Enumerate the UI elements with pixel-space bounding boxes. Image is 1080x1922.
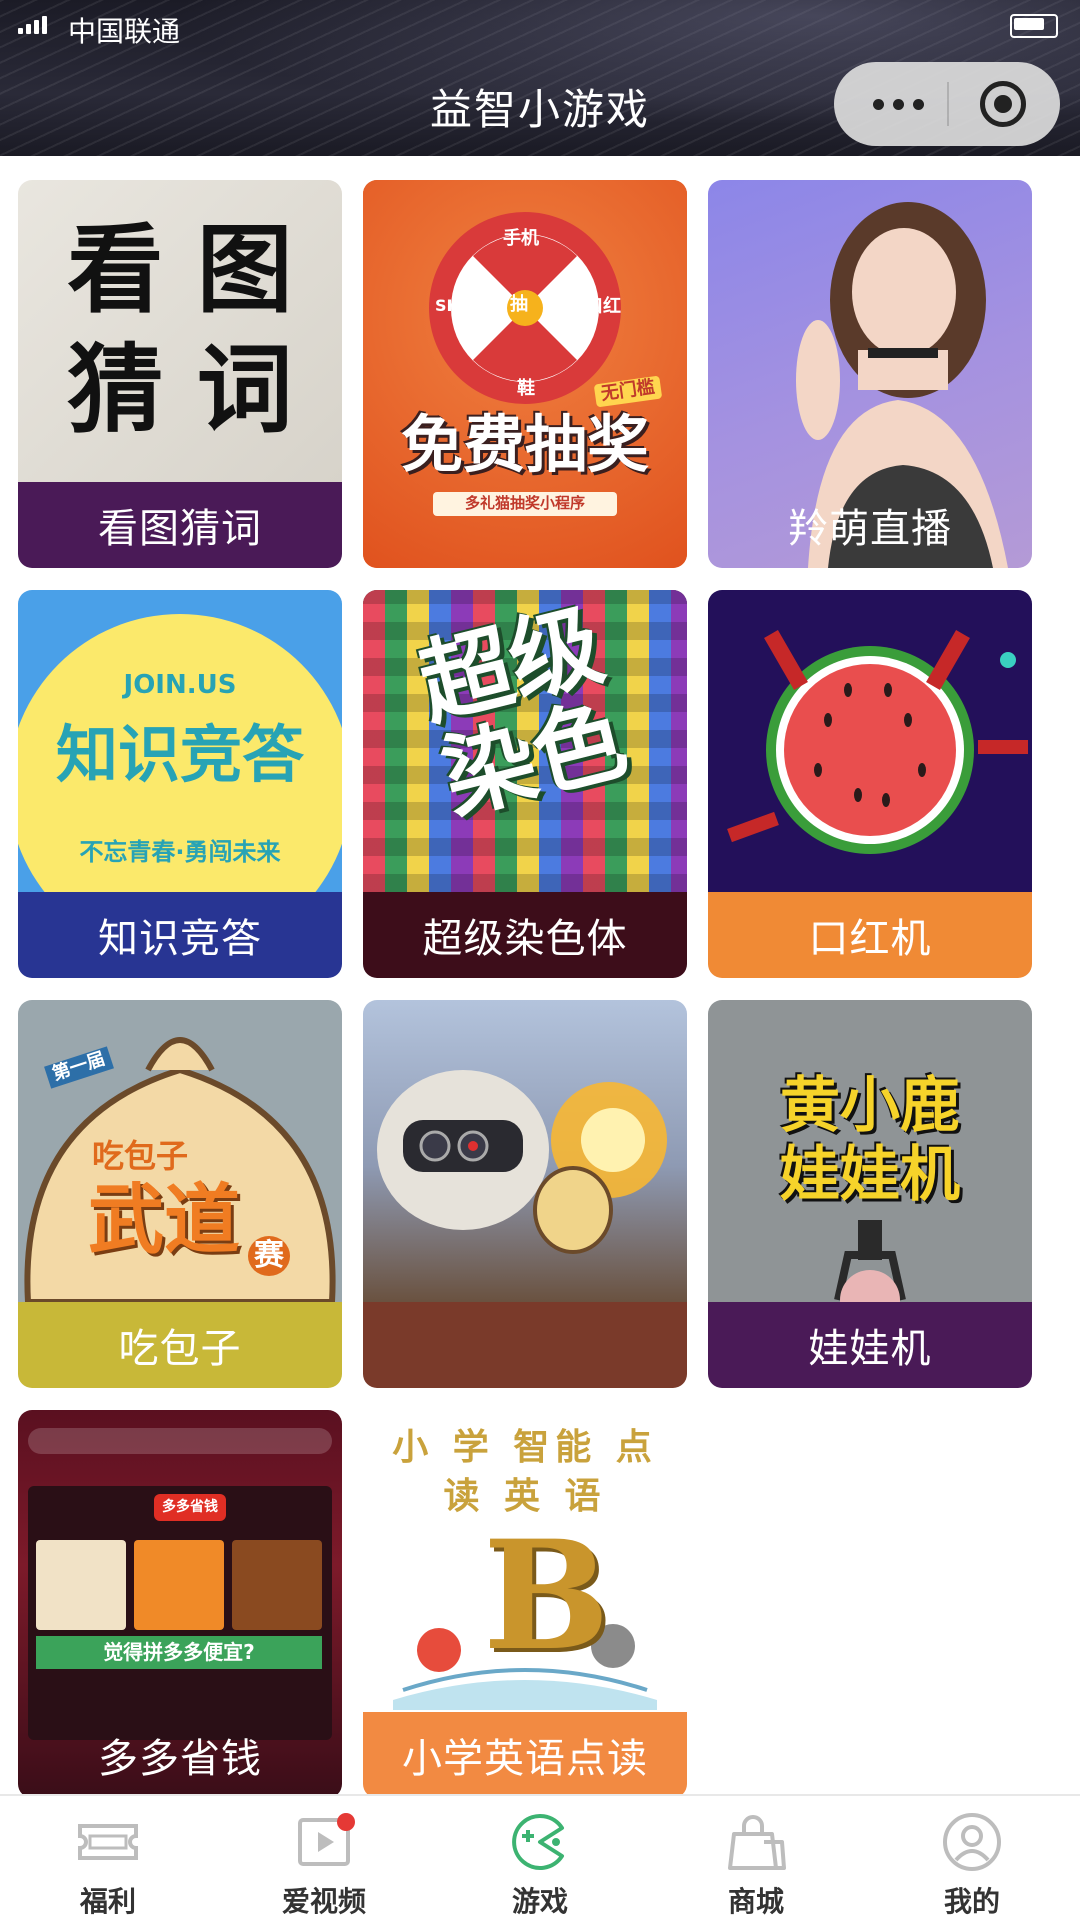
thumbnail-title: 看 图 猜 词: [67, 213, 293, 446]
wheel-label: 手机: [503, 228, 539, 249]
game-title: 娃娃机: [708, 1302, 1032, 1388]
game-title: 知识竞答: [18, 892, 342, 978]
video-icon: [298, 1813, 355, 1866]
game-card[interactable]: 超级 染色 超级染色体: [363, 590, 687, 978]
wheel-label: 口红: [585, 296, 621, 317]
tab-video[interactable]: 爱视频: [216, 1796, 432, 1922]
bottom-tab-bar: 福利 爱视频 游戏 商城 我的: [0, 1794, 1080, 1922]
game-thumbnail: [363, 1000, 687, 1302]
wheel-label: 鞋: [517, 378, 535, 399]
tab-mall[interactable]: 商城: [648, 1796, 864, 1922]
game-thumbnail: 超级 染色: [363, 590, 687, 892]
more-options-button[interactable]: [868, 90, 928, 118]
close-miniprogram-button[interactable]: [980, 81, 1026, 127]
capsule-divider: [947, 82, 949, 126]
thumbnail-title: B: [483, 1508, 610, 1684]
game-card[interactable]: 看 图 猜 词 看图猜词: [18, 180, 342, 568]
thumbnail-subtitle: 不忘青春·勇闯未来: [79, 838, 281, 866]
game-card[interactable]: 黄小鹿 娃娃机 娃娃机: [708, 1000, 1032, 1388]
tab-welfare[interactable]: 福利: [0, 1796, 216, 1922]
game-thumbnail: 黄小鹿 娃娃机: [708, 1000, 1032, 1302]
game-card[interactable]: 第一届 吃包子 武道 赛 吃包子: [18, 1000, 342, 1388]
tab-label: 我的: [943, 1885, 1000, 1918]
game-thumbnail: [708, 590, 1032, 892]
user-icon: [943, 1813, 1001, 1871]
tab-games[interactable]: 游戏: [432, 1796, 648, 1922]
battery-icon: [1010, 14, 1058, 38]
game-thumbnail: 看 图 猜 词: [18, 180, 342, 482]
shopping-bag-icon: [728, 1815, 786, 1870]
miniprogram-capsule: [834, 62, 1060, 146]
tab-label: 商城: [727, 1885, 784, 1918]
thumbnail-title: 武道: [88, 1175, 240, 1264]
game-icon: [512, 1814, 564, 1870]
game-card[interactable]: 抽 手机 口红 鞋 SK-II 无门槛 免费抽奖 多礼猫抽奖小程序: [363, 180, 687, 568]
promo-banner: 觉得拼多多便宜?: [36, 1636, 322, 1669]
game-title: 吃包子: [18, 1302, 342, 1388]
header: 中国联通 益智小游戏: [0, 0, 1080, 156]
game-card[interactable]: 小 学 智能 点读 英 语 B 小学英语点读: [363, 1410, 687, 1798]
game-title: 羚萌直播: [788, 506, 952, 552]
soldier-graphic: [377, 1070, 667, 1254]
game-title: 小学英语点读: [363, 1712, 687, 1798]
thumbnail-title: 免费抽奖: [400, 408, 649, 481]
signal-icon: [18, 14, 47, 34]
game-card[interactable]: 多多省钱 觉得拼多多便宜? 多多省钱: [18, 1410, 342, 1798]
claw-graphic: [834, 1220, 906, 1302]
game-title: 多多省钱: [98, 1736, 262, 1782]
game-thumbnail: 第一届 吃包子 武道 赛: [18, 1000, 342, 1302]
ticket-icon: [78, 1824, 138, 1860]
thumbnail-tagline: 吃包子: [92, 1137, 189, 1175]
wheel-label: SK-II: [435, 296, 477, 315]
tab-label: 游戏: [511, 1885, 568, 1918]
tab-me[interactable]: 我的: [864, 1796, 1080, 1922]
game-title: 超级染色体: [363, 892, 687, 978]
game-thumbnail: 小 学 智能 点读 英 语 B: [363, 1410, 687, 1712]
tab-label: 爱视频: [281, 1885, 366, 1918]
thumbnail-subtitle: 赛: [248, 1236, 290, 1276]
thumbnail-title: 知识竞答: [55, 718, 304, 791]
watermelon-target-graphic: [727, 630, 1028, 854]
carrier-label: 中国联通: [68, 15, 181, 48]
app-logo-label: 多多省钱: [154, 1494, 226, 1521]
game-title: 口红机: [708, 892, 1032, 978]
game-title: 看图猜词: [18, 482, 342, 568]
status-bar: 中国联通: [0, 0, 1080, 48]
game-title: [363, 1302, 687, 1388]
game-card[interactable]: [363, 1000, 687, 1388]
game-card[interactable]: 羚萌直播: [708, 180, 1032, 568]
tab-label: 福利: [79, 1885, 136, 1918]
game-card[interactable]: 口红机: [708, 590, 1032, 978]
thumbnail-tagline: JOIN.US: [123, 670, 237, 700]
game-title: [363, 482, 687, 568]
wheel-center-label: 抽: [510, 294, 528, 315]
game-card[interactable]: JOIN.US 知识竞答 不忘青春·勇闯未来 知识竞答: [18, 590, 342, 978]
game-thumbnail: JOIN.US 知识竞答 不忘青春·勇闯未来: [18, 590, 342, 892]
